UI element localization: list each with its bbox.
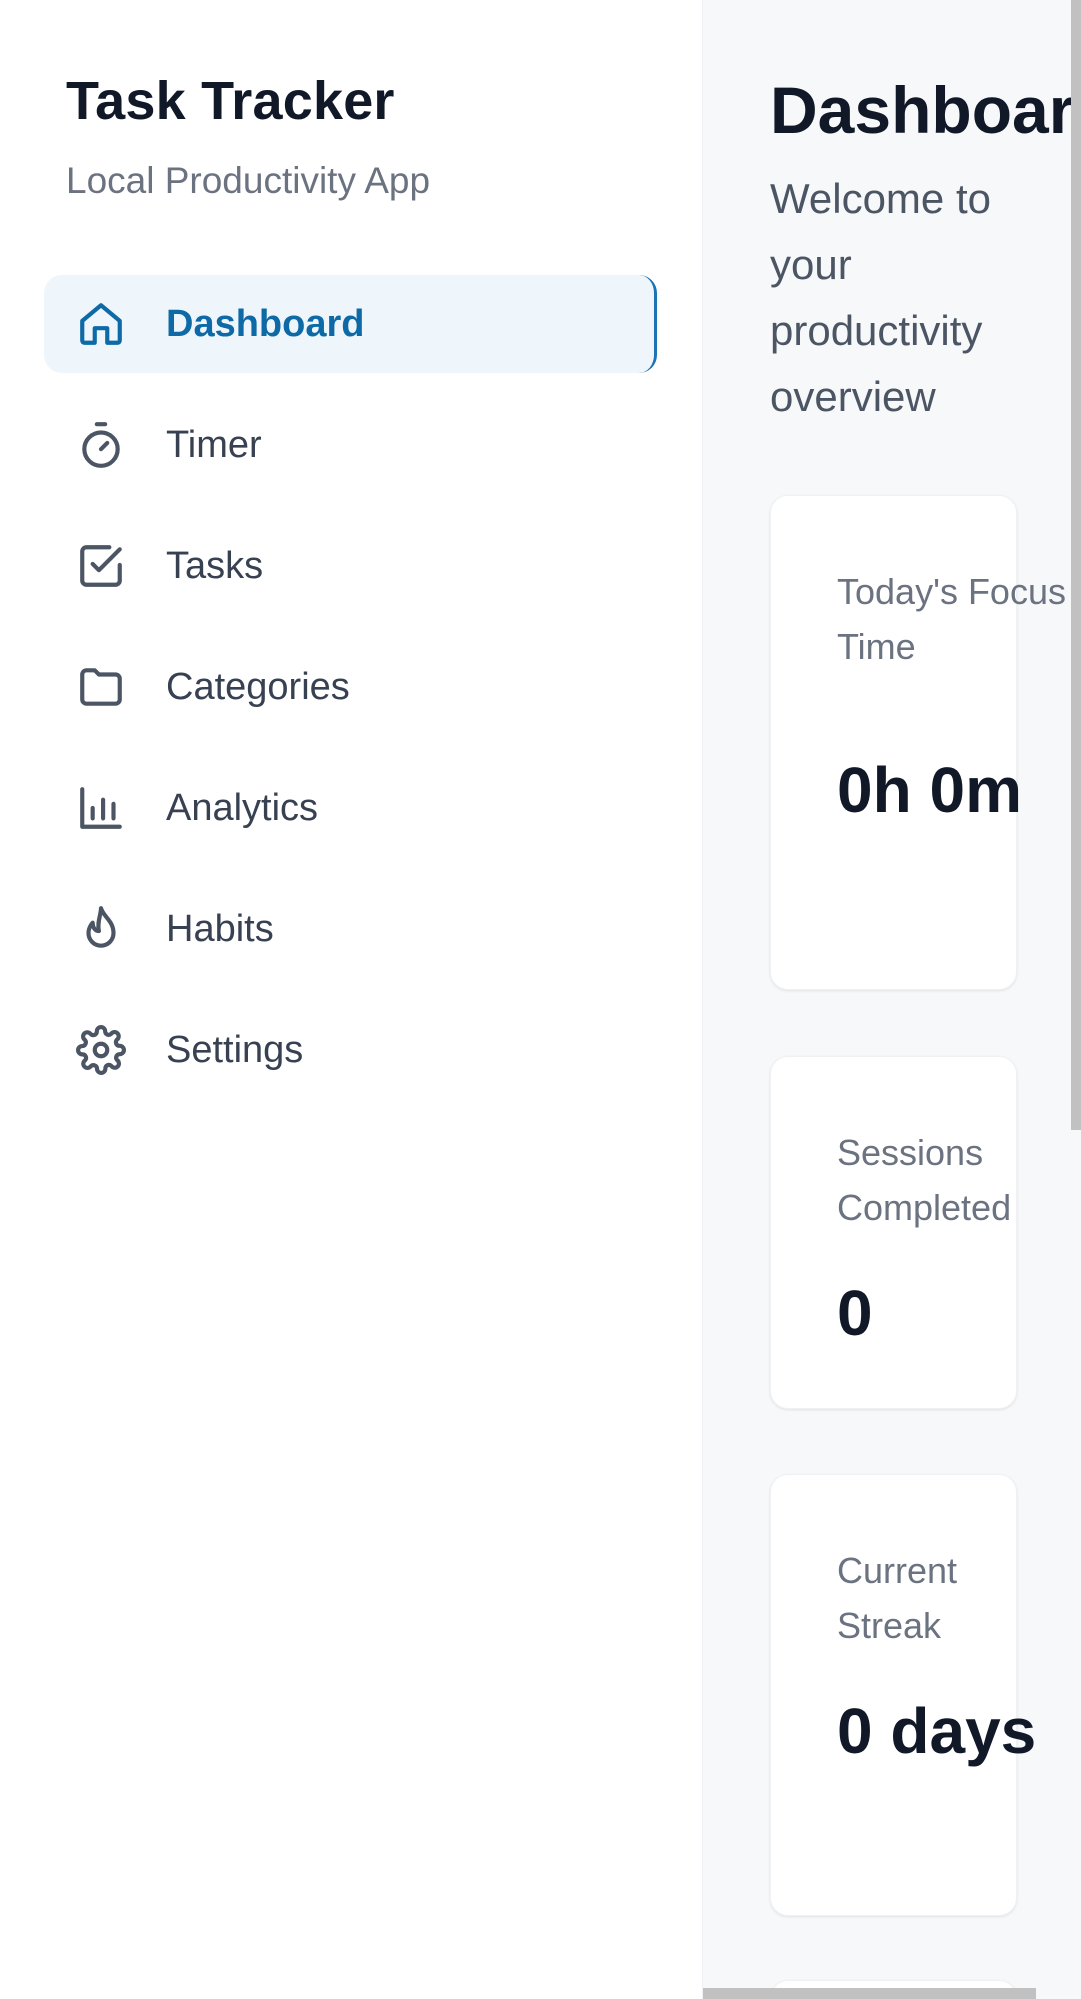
sidebar-item-label: Analytics bbox=[166, 786, 319, 829]
sidebar-item-categories[interactable]: Categories bbox=[44, 638, 657, 736]
folder-icon bbox=[76, 662, 126, 712]
app-subtitle: Local Productivity App bbox=[66, 160, 431, 201]
sidebar-item-habits[interactable]: Habits bbox=[44, 880, 657, 978]
main-content[interactable]: Dashboard Welcome to your productivity o… bbox=[703, 0, 1081, 1999]
flame-icon bbox=[76, 904, 126, 954]
sidebar: Task Tracker Local Productivity App Dash… bbox=[0, 0, 703, 1999]
stopwatch-icon bbox=[76, 420, 126, 470]
bar-chart-icon bbox=[76, 783, 126, 833]
stat-card-focus-time: Today's Focus Time 0h 0m bbox=[770, 495, 1066, 990]
home-icon bbox=[76, 299, 126, 349]
sidebar-item-label: Settings bbox=[166, 1028, 304, 1071]
page-subtitle: Welcome to your productivity overview bbox=[770, 175, 991, 420]
sidebar-item-timer[interactable]: Timer bbox=[44, 396, 657, 494]
stat-card-label: Today's Focus Time bbox=[837, 571, 1066, 667]
stat-card-sessions: Sessions Completed 0 bbox=[770, 1056, 1017, 1409]
gear-icon bbox=[76, 1025, 126, 1075]
page-title: Dashboard bbox=[770, 73, 1081, 147]
stat-card-value: 0 bbox=[837, 1277, 873, 1349]
sidebar-nav: Dashboard Timer Tasks Categories Analyti… bbox=[44, 275, 657, 1122]
sidebar-item-label: Timer bbox=[166, 423, 262, 466]
app-window: Task Tracker Local Productivity App Dash… bbox=[0, 0, 1081, 1999]
stat-card-label: Sessions Completed bbox=[837, 1132, 1012, 1228]
vertical-scrollbar[interactable] bbox=[1071, 0, 1081, 1130]
sidebar-item-label: Habits bbox=[166, 907, 274, 950]
horizontal-scrollbar[interactable] bbox=[703, 1988, 1036, 1999]
sidebar-item-settings[interactable]: Settings bbox=[44, 1001, 657, 1099]
sidebar-item-label: Dashboard bbox=[166, 302, 365, 345]
app-title: Task Tracker bbox=[66, 71, 395, 131]
sidebar-item-tasks[interactable]: Tasks bbox=[44, 517, 657, 615]
sidebar-item-analytics[interactable]: Analytics bbox=[44, 759, 657, 857]
stat-card-streak: Current Streak 0 days bbox=[770, 1474, 1036, 1916]
sidebar-item-label: Categories bbox=[166, 665, 350, 708]
stat-card-label: Current Streak bbox=[837, 1550, 958, 1646]
sidebar-item-dashboard[interactable]: Dashboard bbox=[44, 275, 657, 373]
stat-card-value: 0h 0m bbox=[837, 754, 1022, 826]
checkbox-icon bbox=[76, 541, 126, 591]
stat-card-value: 0 days bbox=[837, 1695, 1037, 1767]
sidebar-item-label: Tasks bbox=[166, 544, 264, 587]
